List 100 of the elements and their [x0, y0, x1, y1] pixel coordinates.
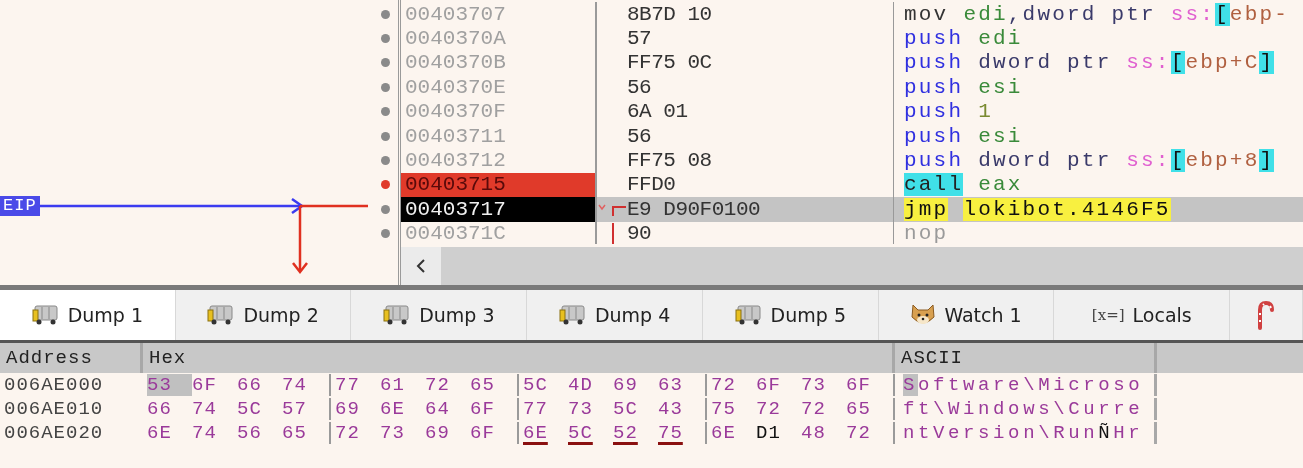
van-icon [207, 304, 236, 326]
van-icon [31, 304, 60, 326]
chevron-left-icon [416, 259, 426, 273]
hex-byte: 43 [658, 398, 684, 420]
hex-byte: 5C [568, 422, 594, 444]
hex-byte: 65 [846, 398, 872, 420]
hex-byte: 6F [846, 374, 872, 396]
hex-byte: 65 [470, 374, 496, 396]
bytes-cell: FF75 08 [627, 149, 712, 173]
bullet-icon[interactable] [381, 9, 390, 19]
hex-byte: 74 [192, 422, 218, 444]
dog-face-icon [910, 303, 937, 327]
van-icon [383, 304, 412, 326]
instruction-text: push esi [903, 123, 1024, 149]
hex-byte: 77 [523, 398, 549, 420]
hex-byte: 57 [282, 398, 308, 420]
hex-byte: 72 [846, 422, 872, 444]
bullet-icon[interactable] [381, 34, 390, 44]
instruction-text: call eax [903, 172, 1024, 198]
bytes-cell: 90 [627, 222, 652, 244]
hex-byte: 52 [613, 422, 639, 444]
scroll-left-button[interactable] [401, 247, 441, 285]
van-icon [734, 304, 763, 326]
bullet-icon[interactable] [381, 107, 390, 117]
hex-byte: 72 [711, 374, 737, 396]
instruction-text: push dword ptr ss:[ebp+C] [903, 50, 1276, 76]
hex-byte: 56 [237, 422, 263, 444]
bullet-icon[interactable] [381, 204, 390, 214]
bytes-cell: FFD0 [627, 173, 676, 197]
hex-byte: 6E [380, 398, 406, 420]
address-cell: 0040370B [401, 50, 597, 76]
hex-byte: 73 [380, 422, 406, 444]
bullet-icon[interactable] [381, 82, 390, 92]
bytes-cell: 8B7D 10 [627, 2, 712, 26]
hex-byte: 6E [147, 422, 173, 444]
hex-byte: 61 [380, 374, 406, 396]
hex-byte: 6F [192, 374, 218, 396]
van-icon [558, 304, 587, 326]
hex-byte: 66 [147, 398, 173, 420]
hex-byte: 72 [425, 374, 451, 396]
hex-byte: 69 [425, 422, 451, 444]
instruction-text: push esi [903, 75, 1024, 100]
bytes-cell: 56 [627, 75, 652, 99]
bytes-cell: 57 [627, 27, 652, 51]
bytes-cell: 6A 01 [627, 100, 688, 124]
hex-byte: 53 [147, 374, 192, 396]
hex-byte: 6E [711, 422, 737, 444]
hex-byte: 66 [237, 374, 263, 396]
address-cell: 00403711 [401, 123, 597, 149]
variable-icon: [x=] [1091, 306, 1125, 324]
hex-byte: 5C [613, 398, 639, 420]
column-header[interactable]: Address [0, 343, 143, 373]
bullet-icon[interactable] [381, 229, 390, 239]
horizontal-scrollbar[interactable] [401, 247, 1303, 285]
hex-byte: 69 [335, 398, 361, 420]
hex-byte: 63 [658, 374, 684, 396]
instruction-text: nop [903, 221, 950, 244]
bullet-icon[interactable] [381, 131, 390, 141]
hex-byte: 6F [470, 398, 496, 420]
instruction-text: push 1 [903, 99, 995, 124]
address-cell-text: 006AE020 [3, 422, 105, 444]
bullet-icon[interactable] [381, 58, 390, 68]
hex-byte: 75 [711, 398, 737, 420]
hex-byte: 73 [801, 374, 827, 396]
instruction-text: mov edi,dword ptr ss:[ebp- [903, 2, 1291, 27]
jump-line-icon [597, 202, 627, 217]
bullet-icon[interactable] [381, 156, 390, 166]
hex-byte: 73 [568, 398, 594, 420]
hex-byte: 5C [523, 374, 549, 396]
hex-byte: 72 [801, 398, 827, 420]
hex-byte: 75 [658, 422, 684, 444]
hex-byte: 74 [282, 374, 308, 396]
hex-byte: 6F [756, 374, 782, 396]
hex-byte: D1 [756, 422, 782, 444]
bullet-icon[interactable] [381, 180, 390, 190]
hex-byte: 65 [282, 422, 308, 444]
bytes-cell: 56 [627, 124, 652, 148]
address-cell-text: 006AE000 [3, 374, 105, 396]
hex-byte: 5C [237, 398, 263, 420]
address-cell: 0040370F [401, 99, 597, 124]
instruction-text: push edi [903, 26, 1024, 51]
hex-byte: 74 [192, 398, 218, 420]
eip-label: EIP [0, 196, 40, 217]
jump-line-icon [612, 222, 614, 244]
instruction-text: jmp lokibot.4146F5 [894, 197, 1303, 222]
bytes-cell: FF75 0C [627, 51, 712, 75]
hex-byte: 4D [568, 374, 594, 396]
address-cell: 00403715 [401, 172, 597, 198]
address-cell: 00403707 [401, 2, 597, 27]
bytes-cell: E9 D90F0100 [627, 197, 761, 221]
instruction-text: push dword ptr ss:[ebp+8] [903, 148, 1276, 173]
hex-byte: 72 [756, 398, 782, 420]
address-cell: 00403717 [401, 197, 597, 222]
address-cell: 0040370E [401, 75, 597, 100]
hex-byte: 77 [335, 374, 361, 396]
address-cell-text: 006AE010 [3, 398, 105, 420]
hex-byte: 64 [425, 398, 451, 420]
tab[interactable]: Dump 1 [0, 290, 176, 340]
hex-byte: 72 [335, 422, 361, 444]
hex-byte: 6E [523, 422, 549, 444]
